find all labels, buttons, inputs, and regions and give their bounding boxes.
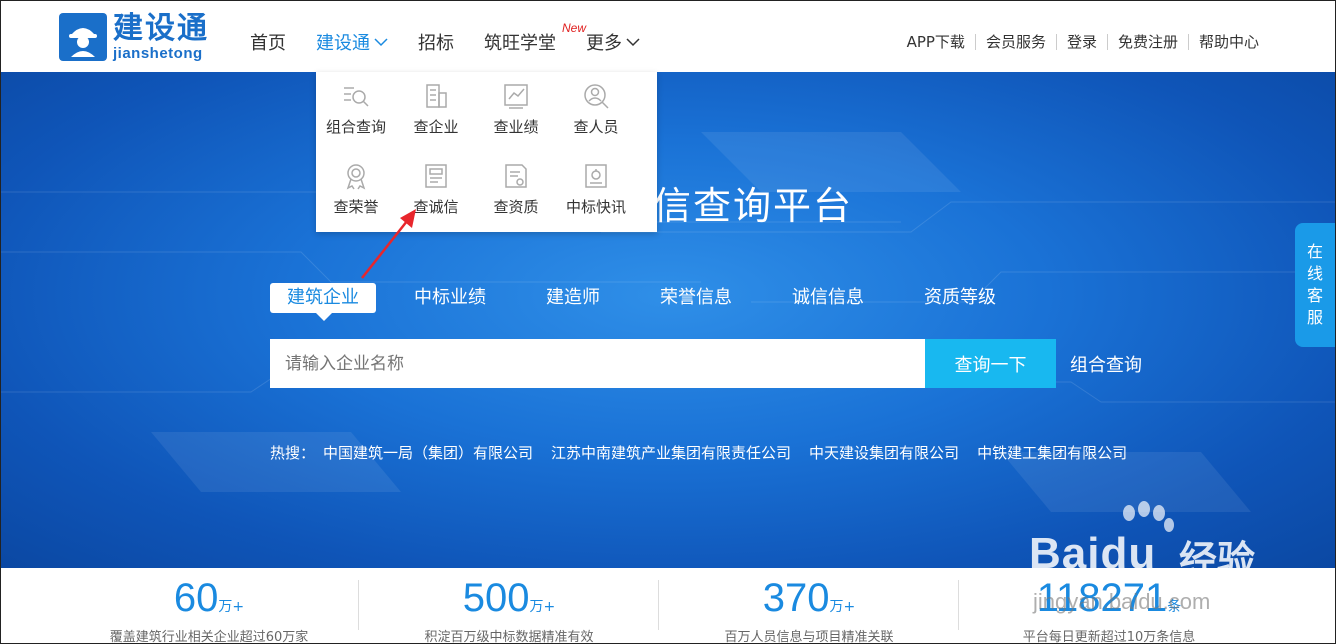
certificate-icon bbox=[505, 164, 527, 188]
banner-title: 信查询平台 bbox=[653, 184, 854, 228]
hot-searches: 热搜： 中国建筑一局（集团）有限公司 江苏中南建筑产业集团有限责任公司 中天建设… bbox=[270, 442, 1145, 463]
app-download-link[interactable]: APP下载 bbox=[907, 31, 965, 52]
stat-enterprises: 60万+ 覆盖建筑行业相关企业超过60万家 bbox=[59, 568, 359, 644]
nav-bidding[interactable]: 招标 bbox=[418, 29, 454, 55]
nav-home-label: 首页 bbox=[250, 33, 286, 54]
dropdown-item-personnel[interactable]: 查人员 bbox=[556, 72, 636, 152]
logo-en: jianshetong bbox=[113, 44, 203, 62]
hero-banner: 信查询平台 建筑企业 中标业绩 建造师 荣誉信息 诚信信息 资质等级 查询一下 … bbox=[1, 72, 1335, 568]
stat-number: 500 bbox=[462, 576, 530, 620]
login-link[interactable]: 登录 bbox=[1067, 31, 1097, 52]
hot-item[interactable]: 中天建设集团有限公司 bbox=[809, 442, 959, 463]
dropdown-item-qualification[interactable]: 查资质 bbox=[476, 152, 556, 232]
stat-number: 370 bbox=[762, 576, 830, 620]
hot-item[interactable]: 中铁建工集团有限公司 bbox=[977, 442, 1127, 463]
dropdown-item-label: 查人员 bbox=[573, 118, 619, 136]
dropdown-item-label: 查企业 bbox=[413, 118, 459, 136]
tab-constructor[interactable]: 建造师 bbox=[546, 283, 600, 313]
dropdown-item-label: 组合查询 bbox=[325, 118, 386, 136]
divider bbox=[1187, 33, 1189, 50]
logo-worker-icon bbox=[59, 13, 107, 61]
combo-search-icon bbox=[344, 87, 369, 107]
chevron-down-icon bbox=[626, 38, 640, 47]
site-logo[interactable]: 建设通 jianshetong bbox=[59, 13, 209, 61]
watermark-cn: 经验 bbox=[1179, 538, 1256, 582]
tab-credit-info[interactable]: 诚信信息 bbox=[792, 283, 864, 313]
search-tabs: 建筑企业 中标业绩 建造师 荣誉信息 诚信信息 资质等级 bbox=[270, 283, 1056, 321]
side-tab-char: 线 bbox=[1306, 264, 1323, 283]
side-tab-char: 客 bbox=[1306, 286, 1323, 305]
search-button[interactable]: 查询一下 bbox=[925, 339, 1056, 388]
stat-personnel: 370万+ 百万人员信息与项目精准关联 bbox=[659, 568, 959, 644]
nav-more-label: 更多 bbox=[586, 33, 622, 54]
nav-academy-label: 筑旺学堂 bbox=[484, 33, 556, 54]
hot-label: 热搜： bbox=[270, 444, 316, 462]
chevron-down-icon bbox=[374, 38, 388, 47]
nav-bidding-label: 招标 bbox=[418, 33, 454, 54]
top-links: APP下载 会员服务 登录 免费注册 帮助中心 bbox=[907, 31, 1259, 52]
stat-bids: 500万+ 积淀百万级中标数据精准有效 bbox=[359, 568, 659, 644]
site-header: 建设通 jianshetong 首页 建设通 招标 筑旺学堂 New 更多 AP… bbox=[1, 1, 1335, 72]
dropdown-item-bid-news[interactable]: 中标快讯 bbox=[556, 152, 636, 232]
dropdown-item-enterprise[interactable]: 查企业 bbox=[396, 72, 476, 152]
divider bbox=[1106, 33, 1108, 50]
side-tab-char: 在 bbox=[1306, 242, 1323, 261]
watermark-brand: Baidu bbox=[1029, 529, 1156, 579]
annotation-arrow-icon bbox=[361, 209, 416, 279]
main-nav: 首页 建设通 招标 筑旺学堂 New 更多 bbox=[250, 21, 670, 55]
stat-unit: 万+ bbox=[218, 599, 245, 615]
watermark-brand-part: du bbox=[1100, 529, 1157, 578]
stat-number: 60 bbox=[173, 576, 219, 620]
online-service-tab[interactable]: 在 线 客 服 bbox=[1295, 223, 1335, 347]
hot-item[interactable]: 中国建筑一局（集团）有限公司 bbox=[323, 442, 533, 463]
stat-description: 百万人员信息与项目精准关联 bbox=[724, 630, 894, 644]
nav-home[interactable]: 首页 bbox=[250, 29, 286, 55]
divider bbox=[974, 33, 976, 50]
document-icon bbox=[425, 164, 447, 188]
news-icon bbox=[585, 164, 607, 188]
stat-description: 平台每日更新超过10万条信息 bbox=[1022, 630, 1196, 644]
browser-frame: 建设通 jianshetong 首页 建设通 招标 筑旺学堂 New 更多 AP… bbox=[0, 0, 1336, 644]
help-center-link[interactable]: 帮助中心 bbox=[1199, 31, 1259, 52]
hot-item[interactable]: 江苏中南建筑产业集团有限责任公司 bbox=[551, 442, 791, 463]
banner-decoration bbox=[1, 132, 1335, 512]
nav-jianshetong[interactable]: 建设通 bbox=[316, 29, 388, 55]
side-tab-char: 服 bbox=[1306, 308, 1323, 327]
search-box: 查询一下 bbox=[270, 339, 1056, 388]
nav-jianshetong-label: 建设通 bbox=[316, 33, 370, 54]
dropdown-item-performance[interactable]: 查业绩 bbox=[476, 72, 556, 152]
member-service-link[interactable]: 会员服务 bbox=[986, 31, 1046, 52]
nav-academy[interactable]: 筑旺学堂 New bbox=[484, 21, 586, 55]
person-search-icon bbox=[584, 84, 609, 109]
nav-more[interactable]: 更多 bbox=[586, 29, 640, 55]
stat-description: 积淀百万级中标数据精准有效 bbox=[424, 630, 594, 644]
stat-unit: 万+ bbox=[829, 599, 856, 615]
medal-icon bbox=[346, 164, 366, 190]
watermark-url: jingyan.baidu.com bbox=[1033, 589, 1211, 614]
stat-description: 覆盖建筑行业相关企业超过60万家 bbox=[109, 630, 309, 644]
tab-bid-performance[interactable]: 中标业绩 bbox=[414, 283, 486, 313]
watermark-brand-part: Bai bbox=[1029, 529, 1101, 578]
new-badge: New bbox=[561, 21, 586, 35]
tab-honor-info[interactable]: 荣誉信息 bbox=[660, 283, 732, 313]
dropdown-item-combo-search[interactable]: 组合查询 bbox=[316, 72, 396, 152]
dropdown-item-label: 查资质 bbox=[493, 198, 539, 216]
search-input[interactable] bbox=[270, 339, 925, 388]
logo-cn: 建设通 bbox=[113, 10, 209, 46]
dropdown-item-label: 查业绩 bbox=[493, 118, 539, 136]
tab-qualification[interactable]: 资质等级 bbox=[924, 283, 996, 313]
tab-construction-enterprise[interactable]: 建筑企业 bbox=[270, 283, 376, 321]
register-link[interactable]: 免费注册 bbox=[1118, 31, 1178, 52]
chart-icon bbox=[504, 84, 528, 109]
stat-unit: 万+ bbox=[529, 599, 556, 615]
dropdown-item-label: 中标快讯 bbox=[565, 198, 626, 216]
building-icon bbox=[426, 84, 447, 108]
divider bbox=[1055, 33, 1057, 50]
combo-search-link[interactable]: 组合查询 bbox=[1070, 351, 1142, 377]
